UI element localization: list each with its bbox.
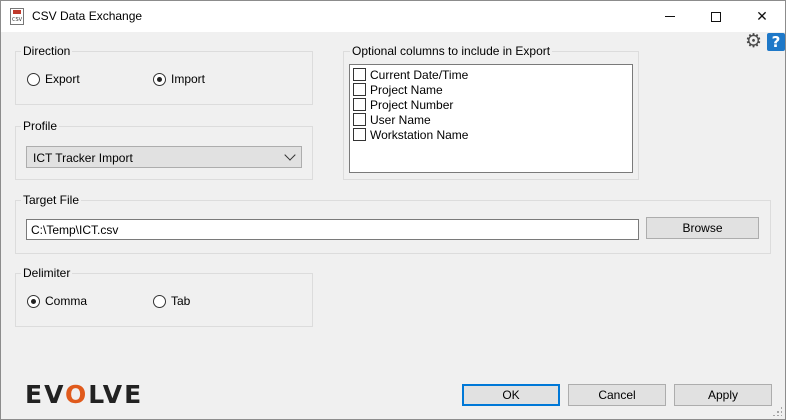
- profile-dropdown[interactable]: ICT Tracker Import: [26, 146, 302, 168]
- logo-part: EV: [25, 380, 65, 409]
- checkbox-workstation-name[interactable]: [353, 128, 366, 141]
- direction-export-radio[interactable]: Export: [27, 72, 80, 86]
- ok-button[interactable]: OK: [462, 384, 560, 406]
- checkbox-label: Project Number: [370, 97, 454, 112]
- optional-columns-list[interactable]: Current Date/Time Project Name Project N…: [349, 64, 633, 173]
- csv-data-exchange-window: CSV CSV Data Exchange ✕ ⚙ ? Direction Ex…: [0, 0, 786, 420]
- list-item[interactable]: User Name: [353, 112, 431, 127]
- comma-radio-label: Comma: [45, 294, 88, 308]
- delimiter-group-title: Delimiter: [21, 266, 73, 280]
- list-item[interactable]: Workstation Name: [353, 127, 468, 142]
- target-file-input[interactable]: [27, 220, 638, 239]
- import-radio-label: Import: [171, 72, 206, 86]
- checkbox-label: Project Name: [370, 82, 443, 97]
- cancel-button[interactable]: Cancel: [568, 384, 666, 406]
- close-button[interactable]: ✕: [739, 1, 785, 32]
- logo-part: LVE: [88, 380, 144, 409]
- checkbox-user-name[interactable]: [353, 113, 366, 126]
- csv-file-icon: CSV: [10, 8, 24, 25]
- evolve-logo: EVOLVE: [25, 382, 143, 408]
- maximize-button[interactable]: [693, 1, 739, 32]
- title-bar[interactable]: CSV CSV Data Exchange ✕: [1, 1, 785, 32]
- minimize-icon: [665, 16, 675, 17]
- list-item[interactable]: Project Name: [353, 82, 443, 97]
- apply-button[interactable]: Apply: [674, 384, 772, 406]
- checkbox-label: Workstation Name: [370, 127, 469, 142]
- close-icon: ✕: [756, 8, 768, 25]
- gear-icon[interactable]: ⚙: [745, 31, 762, 51]
- app-icon-label: CSV: [11, 17, 23, 23]
- checkbox-project-name[interactable]: [353, 83, 366, 96]
- checkbox-label: Current Date/Time: [370, 67, 469, 82]
- chevron-down-icon: [284, 149, 296, 161]
- window-title: CSV Data Exchange: [32, 9, 143, 23]
- checkbox-label: User Name: [370, 112, 431, 127]
- tab-radio-circle: [153, 294, 166, 308]
- direction-import-radio[interactable]: Import: [153, 72, 205, 86]
- list-item[interactable]: Project Number: [353, 97, 453, 112]
- export-radio-label: Export: [45, 72, 80, 86]
- tab-radio-label: Tab: [171, 294, 191, 308]
- target-file-field[interactable]: [26, 219, 639, 240]
- maximize-icon: [711, 11, 721, 22]
- logo-part-accent: O: [65, 380, 89, 409]
- profile-group-title: Profile: [21, 119, 60, 133]
- profile-selected-value: ICT Tracker Import: [33, 151, 133, 165]
- direction-group-title: Direction: [21, 44, 73, 58]
- comma-radio-circle: [27, 294, 40, 308]
- minimize-button[interactable]: [647, 1, 693, 32]
- import-radio-circle: [153, 72, 166, 86]
- optional-columns-title: Optional columns to include in Export: [350, 44, 553, 58]
- target-file-title: Target File: [21, 193, 82, 207]
- export-radio-circle: [27, 72, 40, 86]
- browse-button[interactable]: Browse: [646, 217, 759, 239]
- resize-grip[interactable]: [772, 406, 782, 416]
- help-icon[interactable]: ?: [767, 33, 785, 51]
- checkbox-current-datetime[interactable]: [353, 68, 366, 81]
- checkbox-project-number[interactable]: [353, 98, 366, 111]
- list-item[interactable]: Current Date/Time: [353, 67, 468, 82]
- delimiter-comma-radio[interactable]: Comma: [27, 294, 87, 308]
- delimiter-tab-radio[interactable]: Tab: [153, 294, 190, 308]
